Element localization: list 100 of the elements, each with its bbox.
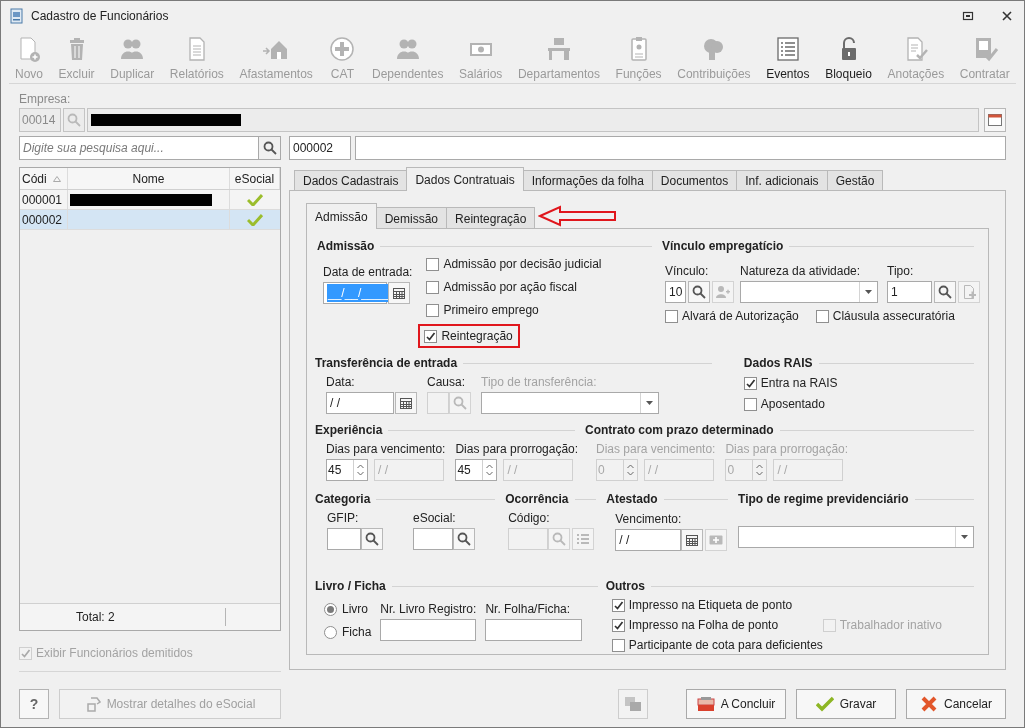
input-field[interactable]: [380, 619, 477, 641]
app-icon: [9, 8, 25, 24]
checkbox[interactable]: Reintegração: [424, 327, 515, 345]
caret-icon: [961, 535, 968, 539]
section-title: Ocorrência: [505, 491, 569, 508]
checkbox[interactable]: Impresso na Etiqueta de ponto: [611, 596, 974, 614]
field-label: Nr. Folha/Ficha:: [485, 601, 572, 616]
calendar-icon: [399, 396, 413, 410]
field-label: Empresa:: [19, 91, 72, 106]
table-cell: 000002: [20, 210, 68, 229]
calendar-button[interactable]: [395, 392, 417, 414]
spin-field[interactable]: 45: [326, 459, 368, 481]
toolbar-button[interactable]: Bloqueio: [825, 35, 872, 83]
copy-button[interactable]: [618, 689, 648, 719]
footer-button[interactable]: Gravar: [796, 689, 896, 719]
list-button[interactable]: [572, 528, 595, 550]
calendar-icon: [392, 286, 406, 300]
search-button[interactable]: [934, 281, 956, 303]
section-title: Outros: [605, 578, 646, 595]
check-icon: [744, 377, 756, 389]
date-field[interactable]: / /: [326, 392, 394, 414]
field-label: Natureza da atividade:: [740, 263, 862, 278]
radio-button[interactable]: Ficha: [324, 623, 372, 641]
calendar-icon: [685, 533, 700, 547]
dropdown[interactable]: [740, 281, 878, 303]
checkbox[interactable]: Entra na RAIS: [743, 374, 974, 392]
field-label: Vínculo:: [665, 263, 710, 278]
radio-button[interactable]: Livro: [324, 600, 372, 618]
checkbox[interactable]: Aposentado: [743, 395, 974, 413]
field-label: Código:: [508, 510, 551, 525]
search-button[interactable]: [688, 281, 710, 303]
date-field[interactable]: / /: [615, 529, 682, 551]
input-field[interactable]: [413, 528, 453, 550]
spin-field[interactable]: 45: [455, 459, 498, 481]
total-count: Total: 2: [20, 608, 226, 626]
register-icon: [696, 696, 715, 712]
field-label: Dias para vencimento:: [326, 441, 446, 456]
search-icon: [692, 285, 706, 299]
search-button[interactable]: [453, 528, 475, 550]
search-field[interactable]: Digite sua pesquisa aqui...: [19, 136, 259, 160]
check-icon: [612, 619, 624, 631]
window-title: Cadastro de Funcionários: [31, 8, 170, 25]
search-icon: [365, 532, 379, 546]
column-header[interactable]: Códi: [20, 168, 68, 189]
column-header[interactable]: eSocial: [230, 168, 280, 189]
checkbox[interactable]: Admissão por decisão judicial: [426, 255, 602, 273]
document-add-icon: [962, 284, 976, 300]
tab[interactable]: Inf. adicionais: [736, 170, 828, 191]
input-field[interactable]: 10: [665, 281, 686, 303]
copy-icon: [624, 696, 642, 712]
input-field[interactable]: [485, 619, 583, 641]
field-label: GFIP:: [327, 510, 360, 525]
search-icon: [67, 113, 81, 127]
field-label: Tipo:: [887, 263, 915, 278]
subtab[interactable]: Admissão: [306, 203, 377, 229]
field-label: Dias para prorrogação:: [725, 441, 849, 456]
field-label: Nr. Livro Registro:: [380, 601, 477, 616]
field-label: Dias para prorrogação:: [455, 441, 579, 456]
footer-button[interactable]: Cancelar: [906, 689, 1006, 719]
field-label: Causa:: [427, 374, 467, 389]
input-field[interactable]: 1: [887, 281, 932, 303]
table-row[interactable]: 000001: [20, 190, 280, 210]
subtab[interactable]: Demissão: [375, 207, 448, 229]
footer-button[interactable]: A Concluir: [686, 689, 786, 719]
calendar-button[interactable]: [388, 282, 410, 304]
search-button[interactable]: [361, 528, 383, 550]
person-add-icon: [715, 285, 731, 299]
checkbox[interactable]: Participante de cota para deficientes: [611, 636, 974, 654]
search-button[interactable]: [259, 136, 281, 160]
calendar-button[interactable]: [681, 529, 704, 551]
toolbar-button[interactable]: Eventos: [766, 35, 810, 83]
spinner-icon: [756, 463, 764, 477]
help-button[interactable]: ?: [19, 689, 49, 719]
table-row[interactable]: 000002: [20, 210, 280, 230]
subtab[interactable]: Reintegração: [446, 207, 536, 229]
field-label: Dias para vencimento:: [596, 441, 716, 456]
column-header[interactable]: Nome: [68, 168, 230, 189]
checkbox[interactable]: Alvará de Autorização: [665, 307, 799, 325]
spinner-icon: [486, 463, 494, 477]
checkbox[interactable]: Primeiro emprego: [426, 301, 602, 319]
dropdown[interactable]: [738, 526, 974, 548]
dropdown[interactable]: [481, 392, 659, 414]
close-icon: [920, 696, 938, 712]
section-title: Admissão: [317, 238, 375, 255]
window-button[interactable]: [984, 108, 1006, 132]
input-field[interactable]: [327, 528, 361, 550]
checkbox[interactable]: Admissão por ação fiscal: [426, 278, 602, 296]
section-title: Categoria: [315, 491, 371, 508]
checkbox[interactable]: Impresso na Folha de ponto: [611, 616, 823, 634]
field-label: eSocial:: [413, 510, 457, 525]
plus-circle-icon: [328, 35, 357, 63]
input-field[interactable]: 000002: [289, 136, 351, 160]
plus-icon: [709, 535, 724, 545]
close-icon: [1002, 11, 1012, 21]
spinner-icon: [627, 463, 634, 477]
section-title: Contrato com prazo determinado: [585, 422, 774, 439]
input-field[interactable]: [355, 136, 1006, 160]
checkbox[interactable]: Cláusula assecuratória: [815, 307, 955, 325]
input-field[interactable]: [87, 108, 979, 132]
tab[interactable]: Dados Contratuais: [406, 167, 524, 191]
